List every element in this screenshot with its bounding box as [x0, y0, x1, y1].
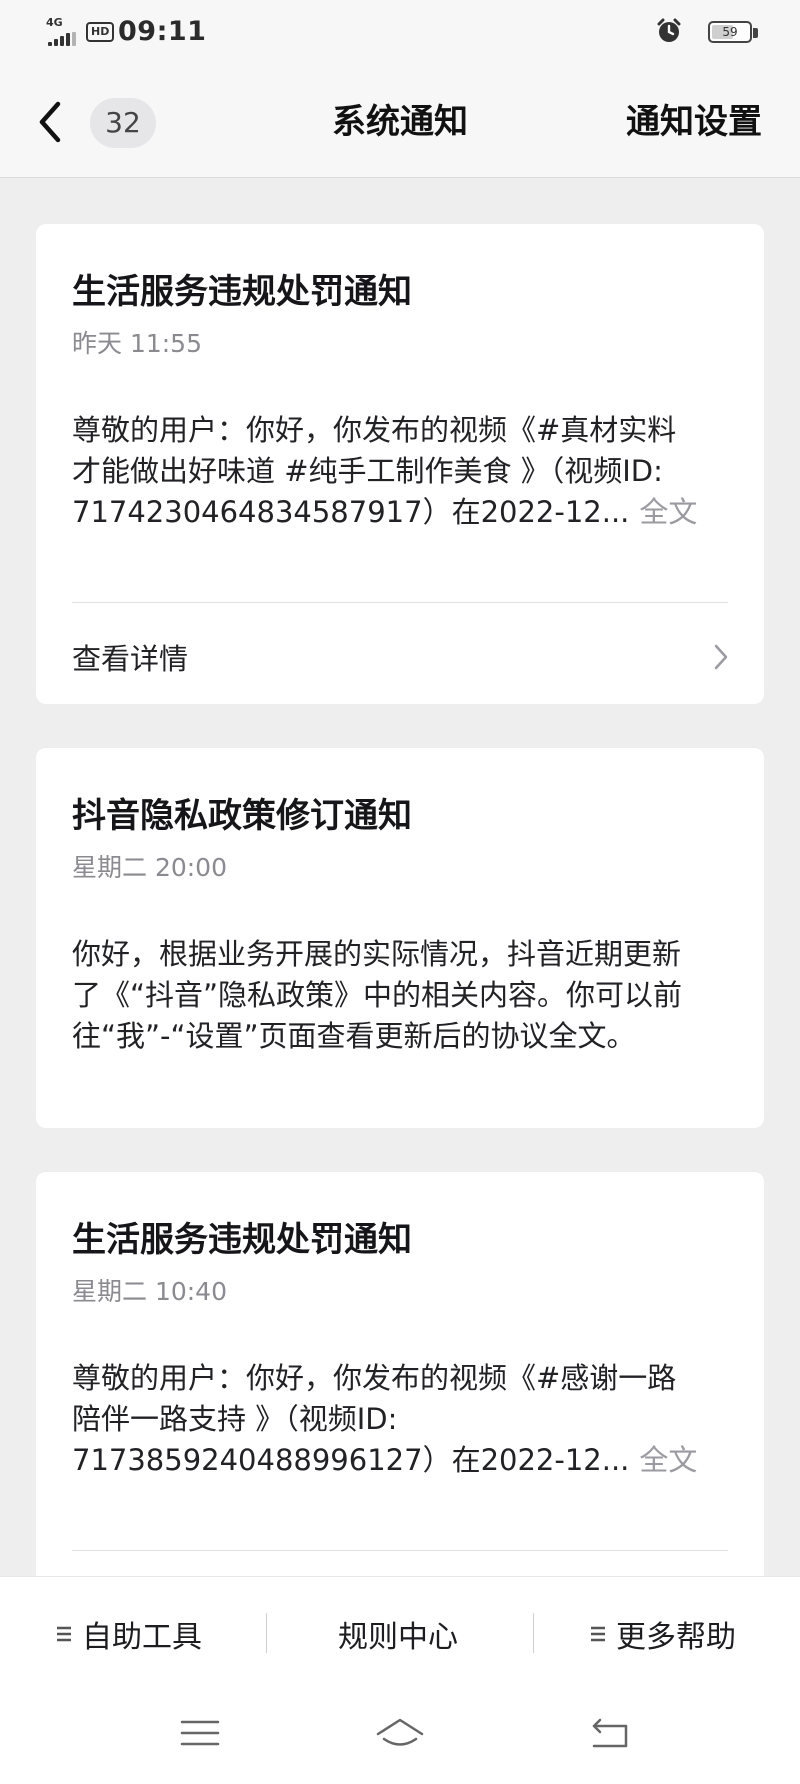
system-navigation-bar [0, 1694, 800, 1784]
body-line: 尊敬的用户：你好，你发布的视频《#感谢一路 [72, 1361, 677, 1395]
notification-body: 尊敬的用户：你好，你发布的视频《#感谢一路 陪伴一路支持 》（视频ID: 717… [72, 1358, 732, 1481]
body-line-text: 7174230464834587917）在2022-12... [72, 495, 630, 529]
notification-body: 你好，根据业务开展的实际情况，抖音近期更新 了《“抖音”隐私政策》中的相关内容。… [72, 934, 732, 1057]
toolbar-divider [533, 1613, 534, 1653]
chevron-left-icon [39, 101, 61, 143]
toolbar-label: 规则中心 [338, 1620, 458, 1655]
body-line: 了《“抖音”隐私政策》中的相关内容。你可以前 [72, 978, 683, 1012]
view-details-row[interactable]: 查看详情 [72, 616, 736, 686]
notification-title: 抖音隐私政策修订通知 [72, 796, 412, 836]
card-divider [72, 1550, 728, 1551]
nav-bar: 32 系统通知 通知设置 [0, 64, 800, 178]
full-text-link[interactable]: 全文 [639, 1443, 697, 1477]
more-help-button[interactable]: 更多帮助 [590, 1607, 736, 1661]
body-line: 陪伴一路支持 》（视频ID: [72, 1402, 398, 1436]
battery-level: 59 [722, 25, 738, 39]
toolbar-label: 自助工具 [82, 1620, 202, 1655]
status-bar: 4G HD 09:11 59 [0, 0, 800, 64]
bottom-toolbar: 自助工具 规则中心 更多帮助 [0, 1576, 800, 1694]
network-type: 4G [46, 16, 63, 29]
view-details-label: 查看详情 [72, 642, 189, 676]
back-button[interactable] [30, 92, 74, 152]
menu-icon [591, 1626, 605, 1642]
signal-icon [48, 32, 80, 46]
notification-settings-button[interactable]: 通知设置 [626, 94, 762, 143]
self-service-tools-button[interactable]: 自助工具 [56, 1607, 202, 1661]
notification-title: 生活服务违规处罚通知 [72, 272, 412, 312]
chevron-right-icon [714, 644, 728, 670]
alarm-icon [657, 18, 681, 42]
body-line: 你好，根据业务开展的实际情况，抖音近期更新 [72, 937, 682, 971]
battery-icon: 59 [708, 21, 752, 43]
notification-card[interactable]: 生活服务违规处罚通知 昨天 11:55 尊敬的用户：你好，你发布的视频《#真材实… [36, 224, 764, 704]
notification-body: 尊敬的用户：你好，你发布的视频《#真材实料 才能做出好味道 #纯手工制作美食 》… [72, 410, 732, 533]
unread-count-badge[interactable]: 32 [90, 98, 156, 148]
body-line: 往“我”-“设置”页面查看更新后的协议全文。 [72, 1019, 636, 1053]
notification-title: 生活服务违规处罚通知 [72, 1220, 412, 1260]
body-line: 尊敬的用户：你好，你发布的视频《#真材实料 [72, 413, 677, 447]
system-back-button[interactable] [580, 1708, 640, 1758]
card-divider [72, 602, 728, 603]
notification-time: 星期二 20:00 [72, 853, 227, 882]
menu-icon [57, 1626, 71, 1642]
menu-icon [180, 1720, 220, 1746]
battery-tip [753, 28, 758, 38]
back-icon [592, 1718, 628, 1748]
system-home-button[interactable] [370, 1708, 430, 1758]
hd-badge: HD [86, 22, 115, 42]
page-title: 系统通知 [332, 102, 468, 142]
clock: 09:11 [118, 16, 207, 47]
toolbar-label: 更多帮助 [616, 1620, 736, 1655]
body-line: 7174230464834587917）在2022-12... 全文 [72, 492, 732, 533]
notification-card[interactable]: 抖音隐私政策修订通知 星期二 20:00 你好，根据业务开展的实际情况，抖音近期… [36, 748, 764, 1128]
notification-time: 昨天 11:55 [72, 329, 202, 358]
toolbar-divider [266, 1613, 267, 1653]
rules-center-button[interactable]: 规则中心 [338, 1607, 458, 1661]
body-line-text: 7173859240488996127）在2022-12... [72, 1443, 630, 1477]
full-text-link[interactable]: 全文 [639, 495, 697, 529]
body-line: 才能做出好味道 #纯手工制作美食 》（视频ID: [72, 454, 663, 488]
body-line: 7173859240488996127）在2022-12... 全文 [72, 1440, 732, 1481]
home-icon [376, 1718, 424, 1746]
notification-time: 星期二 10:40 [72, 1277, 227, 1306]
notification-card[interactable]: 生活服务违规处罚通知 星期二 10:40 尊敬的用户：你好，你发布的视频《#感谢… [36, 1172, 764, 1592]
system-menu-button[interactable] [170, 1708, 230, 1758]
